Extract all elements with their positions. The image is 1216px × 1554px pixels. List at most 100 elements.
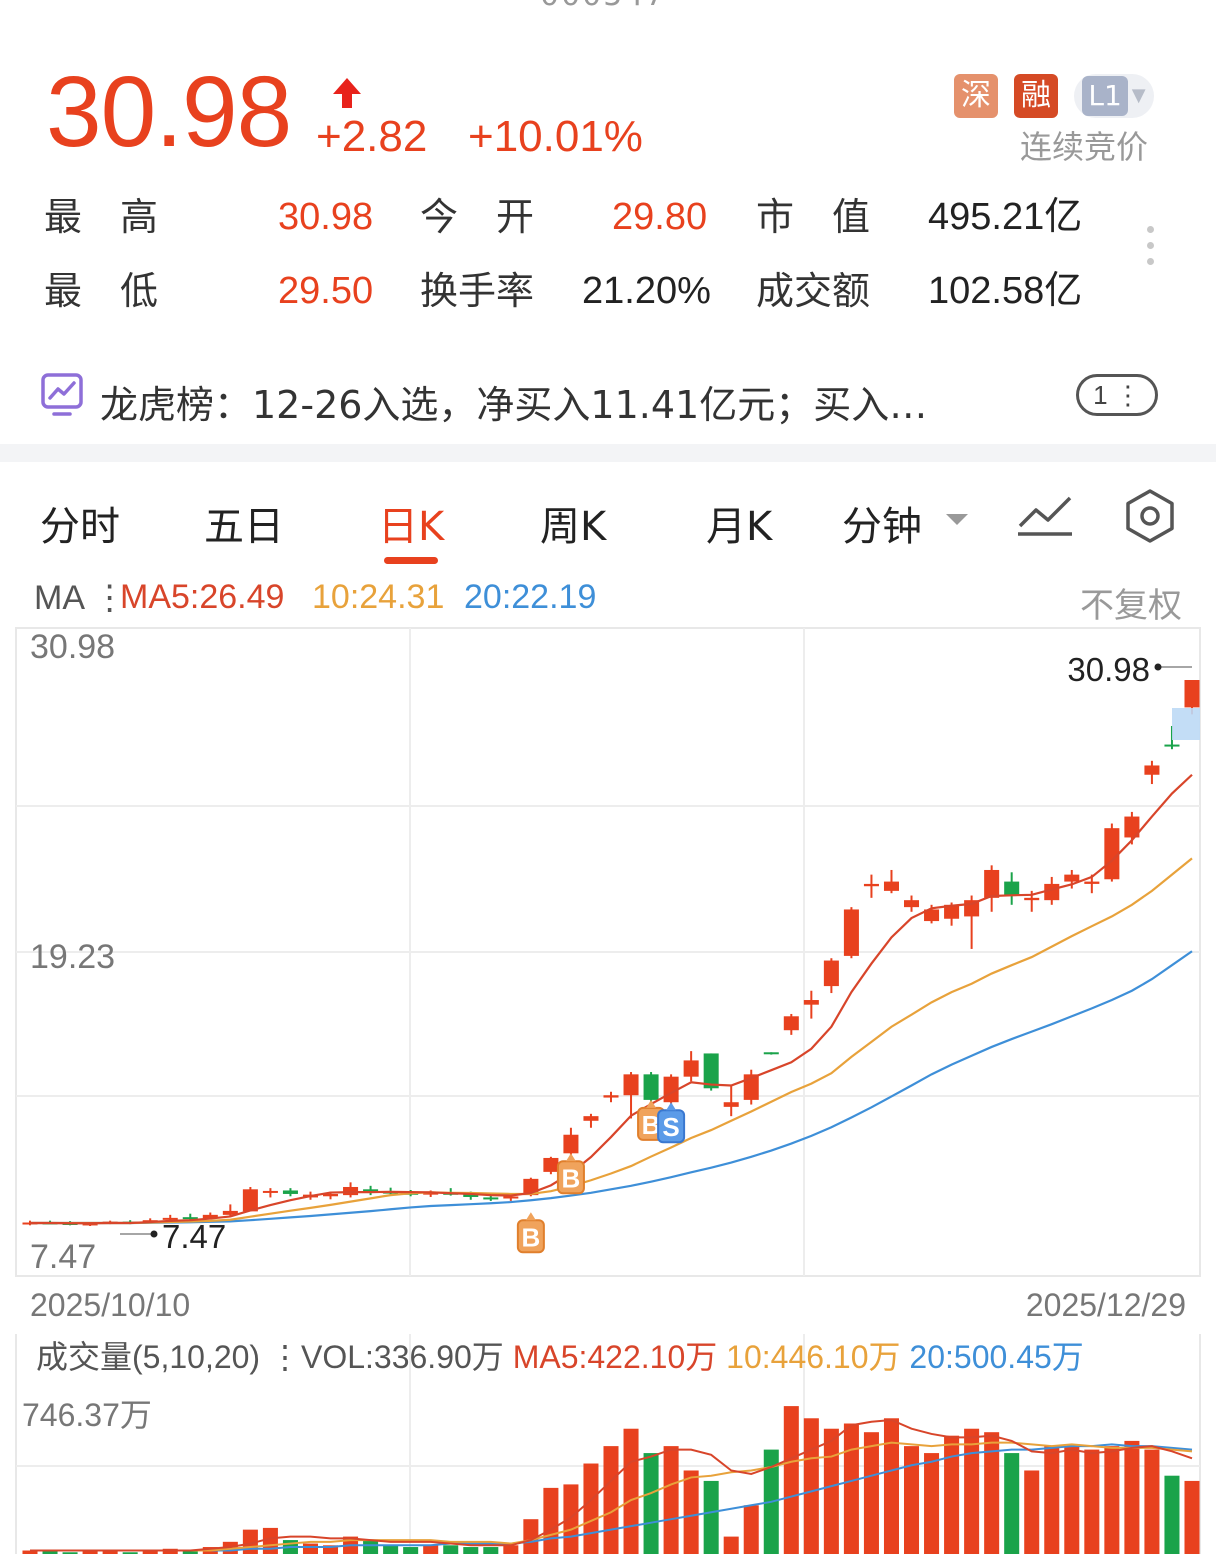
margin-badge: 融 (1014, 74, 1058, 118)
volume-bar (1084, 1449, 1100, 1554)
tab-five-day[interactable]: 五日 (204, 494, 284, 552)
signal-label: B (521, 1222, 540, 1252)
low-value: 29.50 (278, 270, 374, 312)
candle (843, 907, 859, 959)
price-change: +2.82 (316, 112, 428, 161)
current-price: 30.98 (46, 56, 292, 168)
candle (343, 1182, 359, 1198)
ma10-value: 10:24.31 (312, 578, 445, 616)
volume-bar (1164, 1475, 1180, 1554)
active-tab-indicator (384, 557, 438, 564)
candle (783, 1013, 799, 1035)
signal-label: S (662, 1112, 679, 1142)
candle (863, 874, 879, 898)
level-selector[interactable]: L1 ▼ (1074, 74, 1154, 118)
stock-code-cropped: 000547 (540, 0, 667, 13)
volume-bar (863, 1432, 879, 1554)
volume-bar (1124, 1440, 1140, 1554)
candle (823, 958, 839, 994)
turnover-label: 换手率 (420, 269, 535, 313)
candle (904, 895, 920, 912)
longhubang-summary[interactable]: 龙虎榜：12-26入选，净买入11.41亿元；买入… (100, 374, 927, 429)
mcap-value: 495.21亿 (928, 196, 1083, 238)
candle (984, 865, 1000, 912)
volume-bar (964, 1428, 980, 1554)
date-end: 2025/12/29 (1026, 1287, 1186, 1323)
volume-bar (743, 1505, 759, 1554)
tab-intraday[interactable]: 分时 (40, 494, 120, 552)
volume-bar (843, 1423, 859, 1554)
signal-label: B (562, 1163, 581, 1193)
high-value: 30.98 (278, 196, 374, 238)
price-axis-bottom: 7.47 (30, 1238, 96, 1276)
candle (1104, 823, 1120, 882)
candle (1004, 872, 1020, 905)
ma5-value: MA5:26.49 (120, 578, 285, 616)
longhubang-count-pill[interactable]: 1 ⋮ (1076, 374, 1158, 416)
more-stats-icon[interactable] (1147, 226, 1157, 274)
tab-monthly-k[interactable]: 月K (706, 494, 772, 552)
candle (583, 1113, 599, 1128)
volume-bar (603, 1446, 619, 1554)
volume-bar (924, 1453, 940, 1554)
tab-minute[interactable]: 分钟 (842, 494, 922, 552)
buy-signal: B (556, 1153, 585, 1195)
ma5-line (30, 773, 1193, 1225)
volume-bar (1044, 1446, 1060, 1554)
volume-bar (663, 1446, 679, 1554)
chart-grid (15, 627, 1201, 1277)
volume-ma5: MA5:422.10万 (513, 1339, 718, 1375)
volume-bar (483, 1547, 499, 1554)
volume-bar (302, 1543, 318, 1554)
candle (603, 1091, 619, 1103)
tab-weekly-k[interactable]: 周K (540, 494, 606, 552)
volume-bar (363, 1540, 379, 1554)
indicator-settings-icon[interactable] (1016, 492, 1074, 538)
low-label: 最 低 (44, 269, 159, 313)
volume-bar (944, 1435, 960, 1554)
auction-status: 连续竞价 (1020, 128, 1149, 166)
volume-bar (463, 1547, 479, 1554)
gear-icon[interactable] (1122, 488, 1178, 544)
candlestick-chart[interactable]: 30.98 19.23 7.47 BBB S 30.98 7.47 2025/10… (0, 626, 1216, 1334)
adjust-mode[interactable]: 不复权 (1080, 578, 1182, 627)
mcap-label: 市 值 (756, 195, 871, 239)
tab-daily-k[interactable]: 日K (378, 494, 444, 552)
volume-chart[interactable]: 成交量(5,10,20) ⋮VOL:336.90万 MA5:422.10万 10… (0, 1334, 1216, 1554)
candle (262, 1188, 278, 1198)
price-change-percent: +10.01% (468, 112, 643, 161)
candle (883, 869, 899, 894)
chevron-down-icon: ▼ (1131, 85, 1146, 106)
candle (563, 1127, 579, 1156)
candle (723, 1085, 739, 1117)
exchange-badge: 深 (954, 74, 998, 118)
low-marker-label: 7.47 (162, 1218, 226, 1255)
volume-bar (703, 1480, 719, 1554)
volume-bar (1024, 1470, 1040, 1554)
volume-bar (543, 1487, 559, 1554)
volume-bar (783, 1406, 799, 1554)
price-up-arrow-icon (333, 78, 361, 108)
candle (803, 990, 819, 1019)
volume-ma10: 10:446.10万 (726, 1339, 900, 1375)
high-marker-label: 30.98 (1067, 651, 1150, 688)
volume-bar (262, 1527, 278, 1554)
volume-bar (383, 1545, 399, 1554)
candle (643, 1072, 659, 1105)
amount-label: 成交额 (756, 269, 871, 313)
volume-bar (403, 1547, 419, 1554)
amount-value: 102.58亿 (928, 270, 1083, 312)
chevron-down-icon[interactable] (946, 514, 968, 525)
volume-bar (1144, 1449, 1160, 1554)
candle (543, 1156, 559, 1175)
open-label: 今 开 (420, 195, 535, 239)
volume-axis-top: 746.37万 (22, 1397, 152, 1433)
ma-legend-label[interactable]: MA ⋮ (34, 578, 127, 618)
volume-bar (904, 1446, 920, 1554)
volume-bar (643, 1453, 659, 1554)
volume-bar (583, 1463, 599, 1554)
volume-bar (1104, 1446, 1120, 1554)
volume-bar (563, 1484, 579, 1554)
volume-bar (683, 1470, 699, 1554)
volume-bar (883, 1418, 899, 1554)
